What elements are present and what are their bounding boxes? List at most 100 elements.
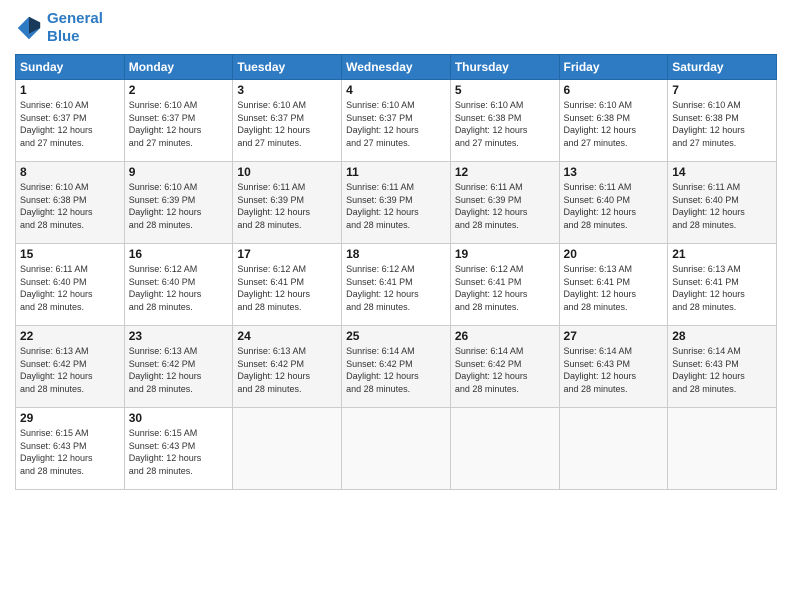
calendar-week-4: 22Sunrise: 6:13 AMSunset: 6:42 PMDayligh…: [16, 326, 777, 408]
calendar-week-3: 15 Sunrise: 6:11 AMSunset: 6:40 PMDayligh…: [16, 244, 777, 326]
calendar-cell: 28 Sunrise: 6:14 AMSunset: 6:43 PMDayligh…: [668, 326, 777, 408]
day-number: 5: [455, 83, 555, 97]
day-number: 15: [20, 247, 120, 261]
calendar-week-1: 1 Sunrise: 6:10 AMSunset: 6:37 PMDaylight…: [16, 80, 777, 162]
day-info: Sunrise: 6:11 AMSunset: 6:39 PMDaylight:…: [346, 181, 446, 231]
calendar-week-5: 29 Sunrise: 6:15 AMSunset: 6:43 PMDayligh…: [16, 408, 777, 490]
day-number: 1: [20, 83, 120, 97]
day-info: Sunrise: 6:11 AMSunset: 6:40 PMDaylight:…: [20, 263, 120, 313]
header: General Blue: [15, 10, 777, 46]
calendar-cell: [668, 408, 777, 490]
calendar-cell: 29 Sunrise: 6:15 AMSunset: 6:43 PMDayligh…: [16, 408, 125, 490]
day-number: 21: [672, 247, 772, 261]
day-number: 30: [129, 411, 229, 425]
day-header-thursday: Thursday: [450, 55, 559, 80]
day-info: Sunrise: 6:11 AMSunset: 6:39 PMDaylight:…: [237, 181, 337, 231]
day-number: 23: [129, 329, 229, 343]
calendar-cell: 6 Sunrise: 6:10 AMSunset: 6:38 PMDaylight…: [559, 80, 668, 162]
calendar-cell: 16 Sunrise: 6:12 AMSunset: 6:40 PMDayligh…: [124, 244, 233, 326]
day-info: Sunrise: 6:13 AMSunset: 6:42 PMDaylight:…: [237, 345, 337, 395]
logo-text: General Blue: [47, 10, 103, 46]
calendar-header-row: SundayMondayTuesdayWednesdayThursdayFrid…: [16, 55, 777, 80]
day-number: 29: [20, 411, 120, 425]
day-number: 4: [346, 83, 446, 97]
logo-icon: [15, 14, 43, 42]
day-number: 24: [237, 329, 337, 343]
day-info: Sunrise: 6:10 AMSunset: 6:37 PMDaylight:…: [20, 99, 120, 149]
calendar-cell: 12 Sunrise: 6:11 AMSunset: 6:39 PMDayligh…: [450, 162, 559, 244]
day-number: 28: [672, 329, 772, 343]
day-info: Sunrise: 6:10 AMSunset: 6:38 PMDaylight:…: [455, 99, 555, 149]
day-info: Sunrise: 6:13 AMSunset: 6:42 PMDaylight:…: [129, 345, 229, 395]
day-info: Sunrise: 6:10 AMSunset: 6:37 PMDaylight:…: [129, 99, 229, 149]
day-info: Sunrise: 6:10 AMSunset: 6:38 PMDaylight:…: [564, 99, 664, 149]
day-info: Sunrise: 6:13 AMSunset: 6:41 PMDaylight:…: [564, 263, 664, 313]
calendar-cell: 2 Sunrise: 6:10 AMSunset: 6:37 PMDaylight…: [124, 80, 233, 162]
calendar-cell: 5 Sunrise: 6:10 AMSunset: 6:38 PMDaylight…: [450, 80, 559, 162]
calendar-cell: 9 Sunrise: 6:10 AMSunset: 6:39 PMDaylight…: [124, 162, 233, 244]
day-info: Sunrise: 6:12 AMSunset: 6:40 PMDaylight:…: [129, 263, 229, 313]
calendar-cell: [342, 408, 451, 490]
calendar-cell: 27 Sunrise: 6:14 AMSunset: 6:43 PMDayligh…: [559, 326, 668, 408]
day-number: 9: [129, 165, 229, 179]
calendar-cell: 23 Sunrise: 6:13 AMSunset: 6:42 PMDayligh…: [124, 326, 233, 408]
day-info: Sunrise: 6:11 AMSunset: 6:39 PMDaylight:…: [455, 181, 555, 231]
day-info: Sunrise: 6:12 AMSunset: 6:41 PMDaylight:…: [237, 263, 337, 313]
day-number: 2: [129, 83, 229, 97]
day-info: Sunrise: 6:11 AMSunset: 6:40 PMDaylight:…: [672, 181, 772, 231]
calendar-cell: 19Sunrise: 6:12 AMSunset: 6:41 PMDayligh…: [450, 244, 559, 326]
calendar-cell: 4 Sunrise: 6:10 AMSunset: 6:37 PMDaylight…: [342, 80, 451, 162]
day-number: 17: [237, 247, 337, 261]
day-number: 16: [129, 247, 229, 261]
day-info: Sunrise: 6:10 AMSunset: 6:38 PMDaylight:…: [672, 99, 772, 149]
day-info: Sunrise: 6:14 AMSunset: 6:43 PMDaylight:…: [672, 345, 772, 395]
day-header-saturday: Saturday: [668, 55, 777, 80]
calendar-cell: 10Sunrise: 6:11 AMSunset: 6:39 PMDayligh…: [233, 162, 342, 244]
calendar-cell: 7 Sunrise: 6:10 AMSunset: 6:38 PMDaylight…: [668, 80, 777, 162]
day-number: 8: [20, 165, 120, 179]
calendar-cell: 3Sunrise: 6:10 AMSunset: 6:37 PMDaylight…: [233, 80, 342, 162]
day-header-friday: Friday: [559, 55, 668, 80]
calendar-cell: 20 Sunrise: 6:13 AMSunset: 6:41 PMDayligh…: [559, 244, 668, 326]
day-number: 7: [672, 83, 772, 97]
calendar-cell: 22Sunrise: 6:13 AMSunset: 6:42 PMDayligh…: [16, 326, 125, 408]
day-info: Sunrise: 6:13 AMSunset: 6:42 PMDaylight:…: [20, 345, 120, 395]
calendar-cell: 25Sunrise: 6:14 AMSunset: 6:42 PMDayligh…: [342, 326, 451, 408]
logo: General Blue: [15, 10, 103, 46]
calendar-cell: 11 Sunrise: 6:11 AMSunset: 6:39 PMDayligh…: [342, 162, 451, 244]
day-header-sunday: Sunday: [16, 55, 125, 80]
day-number: 25: [346, 329, 446, 343]
day-info: Sunrise: 6:15 AMSunset: 6:43 PMDaylight:…: [20, 427, 120, 477]
calendar-cell: 21 Sunrise: 6:13 AMSunset: 6:41 PMDayligh…: [668, 244, 777, 326]
page: General Blue SundayMondayTuesdayWednesda…: [0, 0, 792, 612]
day-number: 27: [564, 329, 664, 343]
calendar-cell: 8 Sunrise: 6:10 AMSunset: 6:38 PMDaylight…: [16, 162, 125, 244]
day-number: 18: [346, 247, 446, 261]
day-number: 12: [455, 165, 555, 179]
day-number: 6: [564, 83, 664, 97]
day-number: 3: [237, 83, 337, 97]
day-info: Sunrise: 6:13 AMSunset: 6:41 PMDaylight:…: [672, 263, 772, 313]
day-number: 13: [564, 165, 664, 179]
day-info: Sunrise: 6:14 AMSunset: 6:43 PMDaylight:…: [564, 345, 664, 395]
calendar-cell: [559, 408, 668, 490]
day-header-tuesday: Tuesday: [233, 55, 342, 80]
day-info: Sunrise: 6:12 AMSunset: 6:41 PMDaylight:…: [346, 263, 446, 313]
day-info: Sunrise: 6:10 AMSunset: 6:38 PMDaylight:…: [20, 181, 120, 231]
calendar-cell: 18 Sunrise: 6:12 AMSunset: 6:41 PMDayligh…: [342, 244, 451, 326]
day-number: 11: [346, 165, 446, 179]
calendar-cell: 15 Sunrise: 6:11 AMSunset: 6:40 PMDayligh…: [16, 244, 125, 326]
calendar-cell: 13Sunrise: 6:11 AMSunset: 6:40 PMDayligh…: [559, 162, 668, 244]
day-info: Sunrise: 6:12 AMSunset: 6:41 PMDaylight:…: [455, 263, 555, 313]
calendar-cell: 17 Sunrise: 6:12 AMSunset: 6:41 PMDayligh…: [233, 244, 342, 326]
day-info: Sunrise: 6:10 AMSunset: 6:37 PMDaylight:…: [346, 99, 446, 149]
day-info: Sunrise: 6:10 AMSunset: 6:39 PMDaylight:…: [129, 181, 229, 231]
day-number: 26: [455, 329, 555, 343]
calendar-cell: [233, 408, 342, 490]
calendar-week-2: 8 Sunrise: 6:10 AMSunset: 6:38 PMDaylight…: [16, 162, 777, 244]
calendar-cell: 24 Sunrise: 6:13 AMSunset: 6:42 PMDayligh…: [233, 326, 342, 408]
calendar-cell: 30 Sunrise: 6:15 AMSunset: 6:43 PMDayligh…: [124, 408, 233, 490]
day-number: 20: [564, 247, 664, 261]
calendar-cell: 14Sunrise: 6:11 AMSunset: 6:40 PMDayligh…: [668, 162, 777, 244]
day-info: Sunrise: 6:15 AMSunset: 6:43 PMDaylight:…: [129, 427, 229, 477]
